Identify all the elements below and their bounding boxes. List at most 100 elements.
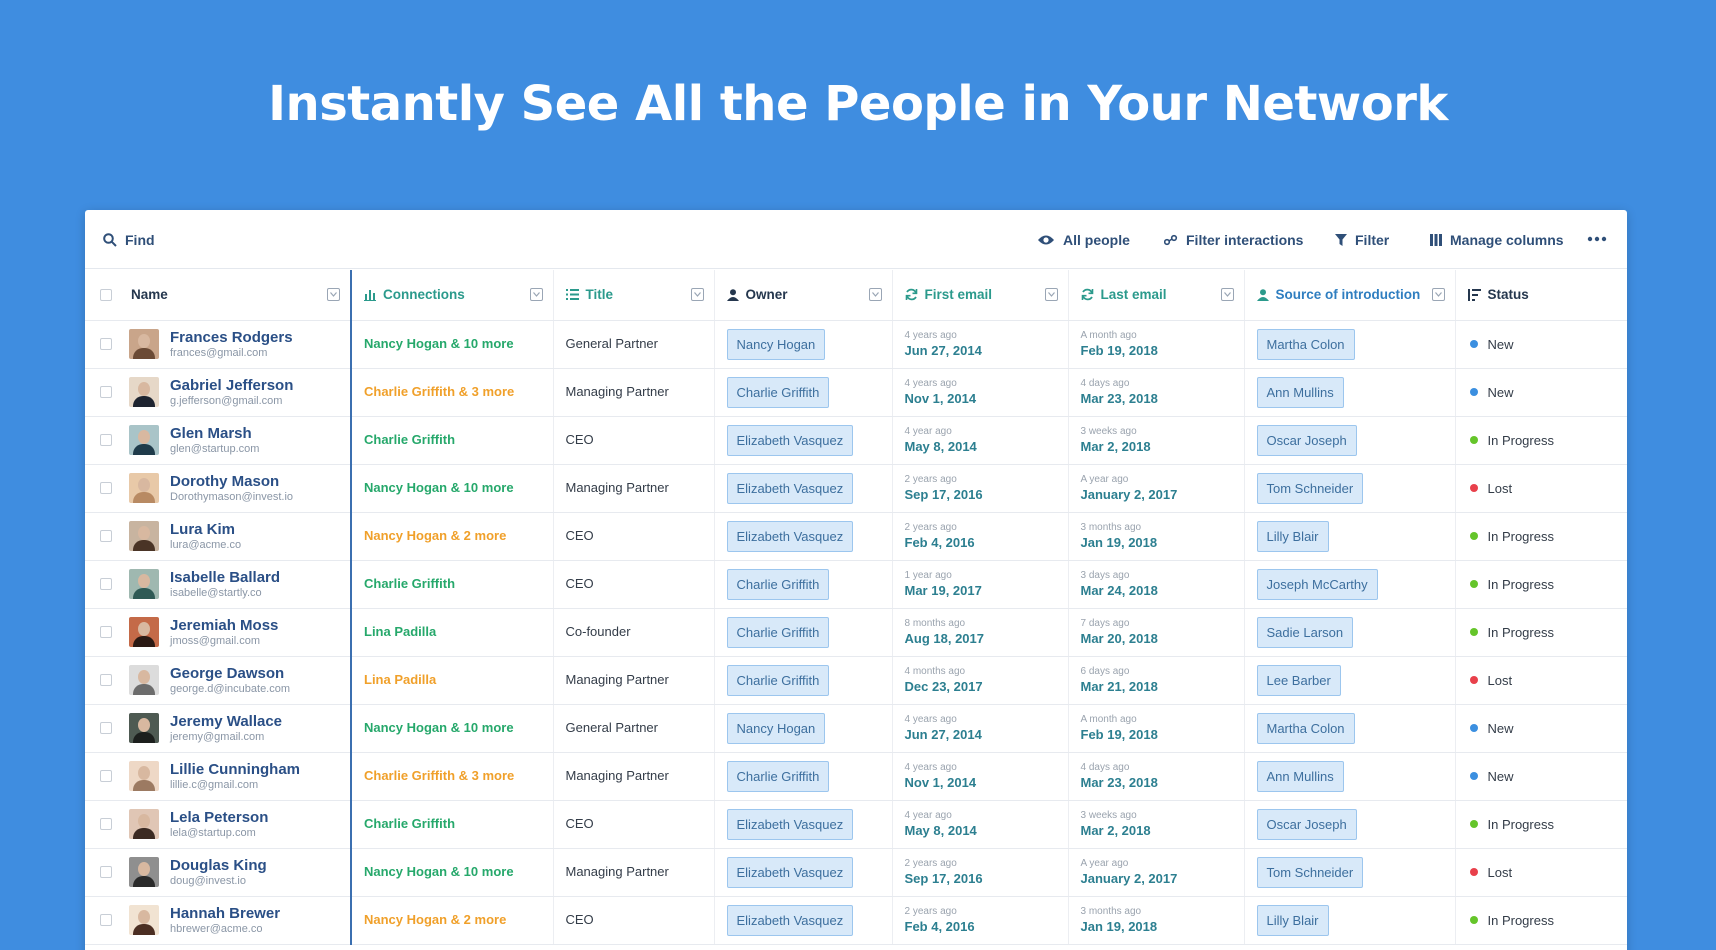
- status-badge[interactable]: New: [1468, 385, 1628, 400]
- person-name-link[interactable]: Lura Kim: [170, 521, 241, 538]
- column-menu-button[interactable]: [529, 288, 543, 301]
- column-header-owner[interactable]: Owner: [713, 270, 892, 321]
- column-header-title[interactable]: Title: [552, 270, 714, 321]
- connections-link[interactable]: Charlie Griffith & 3 more: [364, 384, 514, 399]
- table-row[interactable]: Hannah Brewer hbrewer@acme.co Nancy Hoga…: [85, 896, 1628, 945]
- status-badge[interactable]: In Progress: [1468, 913, 1628, 928]
- person-name-link[interactable]: George Dawson: [170, 665, 290, 682]
- connections-link[interactable]: Nancy Hogan & 2 more: [364, 912, 506, 927]
- owner-tag[interactable]: Elizabeth Vasquez: [726, 904, 854, 936]
- row-checkbox[interactable]: [100, 674, 112, 686]
- source-tag[interactable]: Tom Schneider: [1256, 472, 1364, 504]
- status-badge[interactable]: New: [1468, 721, 1628, 736]
- connections-link[interactable]: Nancy Hogan & 10 more: [364, 864, 514, 879]
- owner-tag[interactable]: Nancy Hogan: [726, 328, 826, 360]
- person-name-link[interactable]: Douglas King: [170, 857, 267, 874]
- table-row[interactable]: Douglas King doug@invest.io Nancy Hogan …: [85, 848, 1627, 897]
- status-badge[interactable]: In Progress: [1468, 577, 1628, 592]
- person-name-link[interactable]: Lillie Cunningham: [170, 761, 300, 778]
- row-checkbox[interactable]: [100, 722, 112, 734]
- owner-tag[interactable]: Charlie Griffith: [726, 568, 830, 600]
- owner-tag[interactable]: Elizabeth Vasquez: [726, 808, 854, 840]
- connections-link[interactable]: Charlie Griffith: [364, 816, 455, 831]
- select-all-checkbox[interactable]: [100, 288, 112, 301]
- source-tag[interactable]: Lilly Blair: [1256, 520, 1329, 552]
- connections-link[interactable]: Charlie Griffith: [364, 576, 455, 591]
- row-checkbox[interactable]: [100, 914, 112, 926]
- column-menu-button[interactable]: [868, 288, 882, 301]
- row-checkbox[interactable]: [100, 770, 112, 782]
- status-badge[interactable]: In Progress: [1468, 433, 1628, 448]
- row-checkbox[interactable]: [100, 530, 112, 542]
- column-menu-button[interactable]: [1220, 288, 1234, 301]
- column-menu-button[interactable]: [1044, 288, 1058, 301]
- connections-link[interactable]: Lina Padilla: [364, 672, 436, 687]
- owner-tag[interactable]: Charlie Griffith: [726, 376, 830, 408]
- column-menu-button[interactable]: [690, 288, 704, 301]
- status-badge[interactable]: In Progress: [1468, 529, 1628, 544]
- column-menu-button[interactable]: [327, 288, 340, 301]
- row-checkbox[interactable]: [100, 434, 112, 446]
- owner-tag[interactable]: Charlie Griffith: [726, 760, 830, 792]
- row-checkbox[interactable]: [100, 386, 112, 398]
- source-tag[interactable]: Martha Colon: [1256, 328, 1355, 360]
- owner-tag[interactable]: Charlie Griffith: [726, 664, 830, 696]
- person-name-link[interactable]: Dorothy Mason: [170, 473, 293, 490]
- source-tag[interactable]: Sadie Larson: [1256, 616, 1354, 648]
- source-tag[interactable]: Martha Colon: [1256, 712, 1355, 744]
- table-row[interactable]: Lura Kim lura@acme.co Nancy Hogan & 2 mo…: [85, 512, 1628, 561]
- row-checkbox[interactable]: [100, 482, 112, 494]
- row-checkbox[interactable]: [100, 338, 112, 350]
- connections-link[interactable]: Nancy Hogan & 10 more: [364, 336, 514, 351]
- table-row[interactable]: Lillie Cunningham lillie.c@gmail.com Cha…: [85, 752, 1628, 801]
- column-header-source[interactable]: Source of introduction: [1243, 270, 1455, 321]
- status-badge[interactable]: Lost: [1468, 673, 1628, 688]
- person-name-link[interactable]: Isabelle Ballard: [170, 569, 280, 586]
- connections-link[interactable]: Nancy Hogan & 10 more: [364, 720, 514, 735]
- connections-link[interactable]: Nancy Hogan & 2 more: [364, 528, 506, 543]
- table-row[interactable]: Jeremiah Moss jmoss@gmail.com Lina Padil…: [85, 608, 1627, 657]
- filter-button[interactable]: Filter: [1335, 229, 1389, 251]
- column-header-last-email[interactable]: Last email: [1067, 270, 1244, 321]
- column-header-status[interactable]: Status: [1454, 270, 1627, 321]
- owner-tag[interactable]: Nancy Hogan: [726, 712, 826, 744]
- source-tag[interactable]: Oscar Joseph: [1256, 808, 1357, 840]
- table-row[interactable]: Jeremy Wallace jeremy@gmail.com Nancy Ho…: [85, 704, 1628, 753]
- table-row[interactable]: Gabriel Jefferson g.jefferson@gmail.com …: [85, 368, 1628, 417]
- status-badge[interactable]: In Progress: [1468, 817, 1628, 832]
- person-name-link[interactable]: Jeremy Wallace: [170, 713, 282, 730]
- row-checkbox[interactable]: [100, 818, 112, 830]
- connections-link[interactable]: Charlie Griffith & 3 more: [364, 768, 514, 783]
- source-tag[interactable]: Joseph McCarthy: [1256, 568, 1378, 600]
- row-checkbox[interactable]: [100, 578, 112, 590]
- row-checkbox[interactable]: [100, 866, 112, 878]
- source-tag[interactable]: Oscar Joseph: [1256, 424, 1357, 456]
- owner-tag[interactable]: Elizabeth Vasquez: [726, 856, 854, 888]
- owner-tag[interactable]: Elizabeth Vasquez: [726, 424, 854, 456]
- status-badge[interactable]: New: [1468, 769, 1628, 784]
- person-name-link[interactable]: Glen Marsh: [170, 425, 259, 442]
- person-name-link[interactable]: Hannah Brewer: [170, 905, 280, 922]
- table-row[interactable]: Isabelle Ballard isabelle@startly.co Cha…: [85, 560, 1628, 609]
- connections-link[interactable]: Lina Padilla: [364, 624, 436, 639]
- source-tag[interactable]: Tom Schneider: [1256, 856, 1364, 888]
- row-checkbox[interactable]: [100, 626, 112, 638]
- table-row[interactable]: Dorothy Mason Dorothymason@invest.io Nan…: [85, 464, 1628, 513]
- manage-columns-button[interactable]: Manage columns: [1430, 229, 1564, 251]
- person-name-link[interactable]: Frances Rodgers: [170, 329, 293, 346]
- source-tag[interactable]: Ann Mullins: [1256, 376, 1344, 408]
- owner-tag[interactable]: Elizabeth Vasquez: [726, 472, 854, 504]
- person-name-link[interactable]: Jeremiah Moss: [170, 617, 278, 634]
- all-people-button[interactable]: All people: [1037, 229, 1130, 251]
- filter-interactions-button[interactable]: Filter interactions: [1164, 229, 1303, 251]
- find-button[interactable]: Find: [103, 229, 155, 251]
- column-menu-button[interactable]: [1431, 288, 1445, 301]
- owner-tag[interactable]: Elizabeth Vasquez: [726, 520, 854, 552]
- source-tag[interactable]: Lee Barber: [1256, 664, 1341, 696]
- status-badge[interactable]: New: [1468, 337, 1628, 352]
- status-badge[interactable]: Lost: [1468, 481, 1628, 496]
- table-row[interactable]: Glen Marsh glen@startup.com Charlie Grif…: [85, 416, 1628, 465]
- table-row[interactable]: Lela Peterson lela@startup.com Charlie G…: [85, 800, 1628, 849]
- table-row[interactable]: George Dawson george.d@incubate.com Lina…: [85, 656, 1628, 705]
- table-row[interactable]: Frances Rodgers frances@gmail.com Nancy …: [85, 320, 1628, 369]
